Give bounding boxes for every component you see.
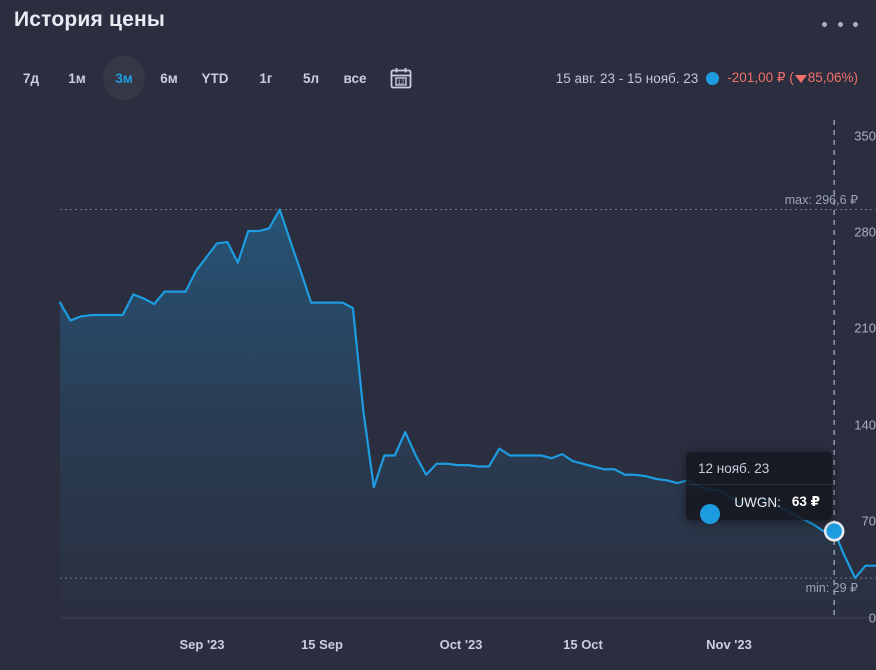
summary-change-percent: 85,06% xyxy=(807,70,854,85)
y-tick-350: 350 xyxy=(854,128,876,144)
y-tick-0: 0 xyxy=(868,610,876,626)
max-annotation-label: max: 296,6 ₽ xyxy=(784,193,858,207)
range-button-1y[interactable]: 1г xyxy=(249,56,283,100)
min-annotation-label: min: 29 ₽ xyxy=(805,581,858,595)
y-tick-140: 140 xyxy=(854,417,876,433)
y-tick-280: 280 xyxy=(854,224,876,240)
summary-date-range: 15 авг. 23 - 15 нояб. 23 xyxy=(555,70,699,86)
kebab-dot-3 xyxy=(853,21,858,27)
x-tick-oct23: Oct '23 xyxy=(439,637,483,652)
chart-header: История цены xyxy=(0,0,876,50)
tooltip-series-value: 63 ₽ xyxy=(791,494,820,509)
x-tick-15sep: 15 Sep xyxy=(301,637,343,652)
range-button-1m[interactable]: 1м xyxy=(60,56,94,100)
tooltip-date: 12 нояб. 23 xyxy=(686,452,832,485)
area-fill xyxy=(60,209,876,618)
y-tick-70: 70 xyxy=(861,513,876,529)
x-tick-nov23: Nov '23 xyxy=(706,637,752,652)
summary-change-absolute: -201,00 ₽ xyxy=(727,70,786,85)
x-tick-sep23: Sep '23 xyxy=(179,637,225,652)
tooltip-series-name: UWGN: xyxy=(734,494,781,510)
price-chart[interactable]: 350 280 210 140 70 0 max: 296,6 ₽ min: 2… xyxy=(0,100,876,670)
range-button-ytd[interactable]: YTD xyxy=(193,56,237,100)
calendar-icon[interactable]: 12 xyxy=(389,66,413,90)
summary-change-paren-open: ( xyxy=(789,70,794,85)
y-tick-210: 210 xyxy=(854,320,876,336)
summary-bar: 15 авг. 23 - 15 нояб. 23 -201,00 ₽ (85,0… xyxy=(556,66,858,90)
range-button-6m[interactable]: 6м xyxy=(152,56,186,100)
kebab-dot-2 xyxy=(837,21,843,27)
x-tick-15oct: 15 Oct xyxy=(563,637,603,652)
range-button-5y[interactable]: 5л xyxy=(294,56,328,100)
summary-change-paren-close: ) xyxy=(853,70,859,85)
summary-change: -201,00 ₽ (85,06%) xyxy=(727,70,858,86)
triangle-down-icon xyxy=(794,75,807,83)
range-button-all[interactable]: все xyxy=(335,56,375,100)
kebab-dot-1 xyxy=(822,21,827,27)
kebab-menu-icon[interactable] xyxy=(822,14,858,34)
tooltip-series-dot xyxy=(700,504,720,524)
range-button-7d[interactable]: 7д xyxy=(14,56,48,100)
series-color-dot xyxy=(706,71,720,85)
range-button-3m[interactable]: 3м xyxy=(103,56,145,100)
page-title: История цены xyxy=(14,8,166,31)
chart-canvas[interactable] xyxy=(0,100,876,670)
calendar-icon-svg: 12 xyxy=(390,68,412,89)
calendar-day-number: 12 xyxy=(397,79,405,86)
